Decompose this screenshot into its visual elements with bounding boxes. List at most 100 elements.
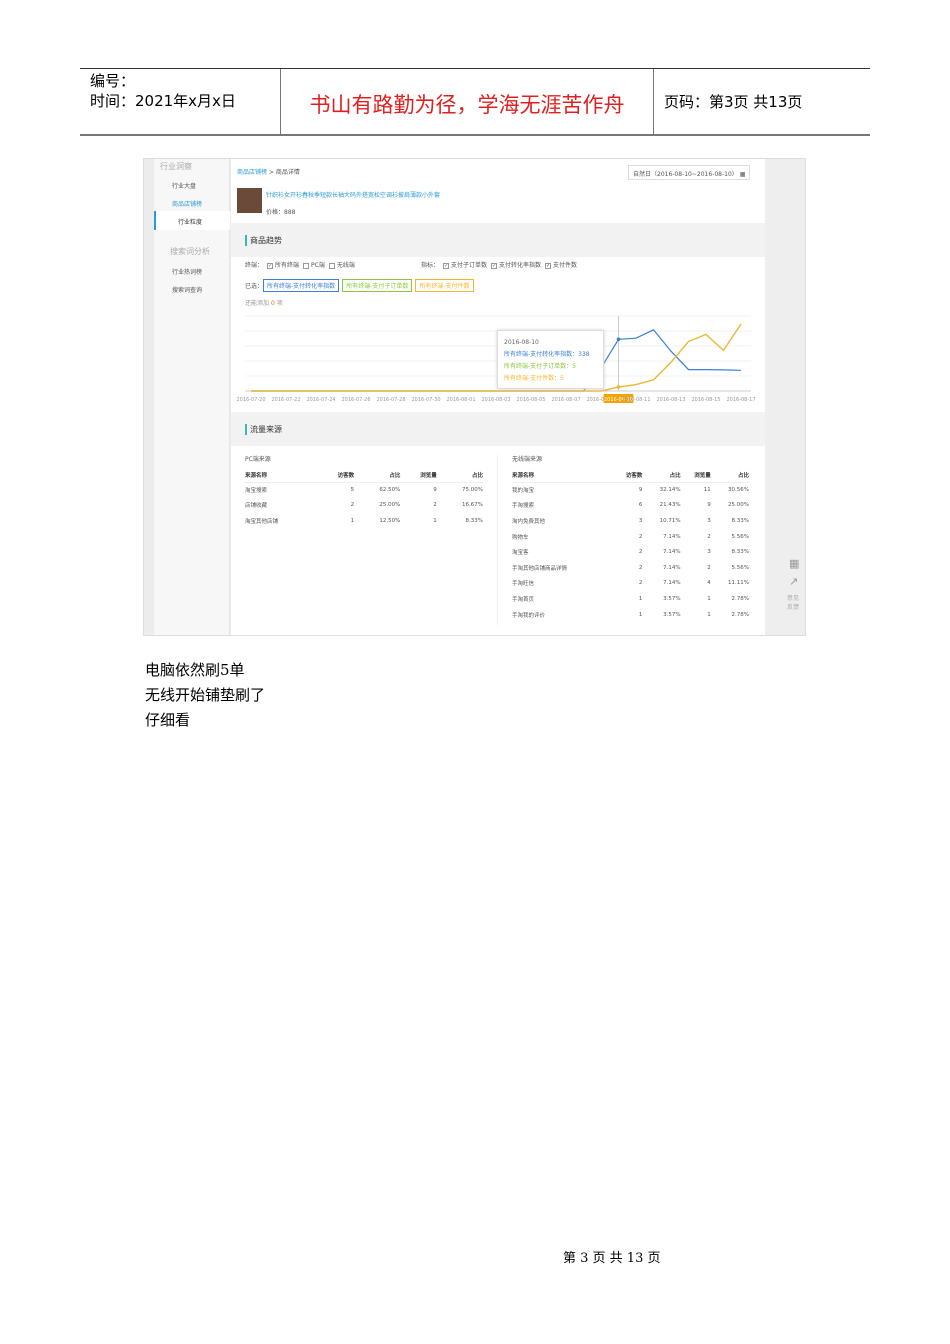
table-row: 店铺收藏 2 25.00% 2 16.67% <box>245 498 483 514</box>
table-row: 淘宝客 2 7.14% 3 8.33% <box>512 544 749 560</box>
add-hint: 还能添加 0 项 <box>245 300 283 307</box>
table-cell: 32.14% <box>659 487 681 494</box>
table-cell: 16.67% <box>462 502 483 509</box>
traffic-section-header: 流量来源 <box>231 412 765 446</box>
breadcrumb-product-rank[interactable]: 商品店铺榜 <box>237 169 267 176</box>
table-cell: 1 <box>350 517 355 524</box>
table-cell: 手淘我的评价 <box>512 612 546 619</box>
table-cell: 手淘其他店铺商品详情 <box>512 565 568 572</box>
series-line <box>251 323 742 392</box>
feedback-button[interactable]: 意见反馈 <box>787 593 801 611</box>
table-cell: 2 <box>433 502 437 509</box>
traffic-title: 流量来源 <box>245 424 282 435</box>
x-tick-label: 2016-07-22 <box>271 397 300 403</box>
number-label: 编号： <box>90 72 136 90</box>
table-cell: 5.56% <box>731 564 749 571</box>
data-point <box>616 337 621 342</box>
selected-metric-tag[interactable]: 所有终端-支付子订单数 <box>342 279 413 292</box>
table-cell: 7.14% <box>663 564 681 571</box>
column-header: 浏览量 <box>400 468 437 483</box>
table-row: 我的淘宝 9 32.14% 11 30.56% <box>512 482 749 498</box>
table-row: 手淘首页 1 3.57% 1 2.78% <box>512 591 749 607</box>
share-icon[interactable]: ↗ <box>789 575 798 588</box>
terminal-filter: 终端： ✓ 所有终端 PC端 无线端 <box>245 262 355 269</box>
table-cell: 店铺收藏 <box>245 503 268 510</box>
qrcode-icon[interactable]: ▦ <box>789 557 799 570</box>
table-cell: 手淘搜索 <box>512 503 535 510</box>
trend-title: 商品趋势 <box>245 235 282 246</box>
table-cell: 我的淘宝 <box>512 488 535 495</box>
table-cell: 30.56% <box>728 487 749 494</box>
trend-section-header: 商品趋势 <box>231 223 765 257</box>
table-cell: 10.71% <box>659 517 681 524</box>
x-tick-label: 2016-08-11 <box>621 397 650 403</box>
table-cell: 25.00% <box>728 502 749 509</box>
series-line <box>251 329 742 392</box>
product-title[interactable]: 针织衫女开衫春秋季短款长袖大码外搭宽松空调衫披肩薄款小外套 <box>266 190 440 199</box>
table-cell: 9 <box>707 502 711 509</box>
x-tick-label: 2016-07-28 <box>376 397 405 403</box>
checkbox-metrics-2[interactable]: ✓ 支付件数 <box>541 262 577 269</box>
table-cell: 3 <box>707 517 711 524</box>
table-row: 手淘我的评价 1 3.57% 1 2.78% <box>512 607 749 623</box>
table-cell: 1 <box>638 611 643 618</box>
body-line: 无线开始铺垫刷了 <box>145 686 266 704</box>
column-header: 访客数 <box>317 468 355 483</box>
checkbox-terminals-0[interactable]: ✓ 所有终端 <box>263 262 299 269</box>
checkbox-metrics-0[interactable]: ✓ 支付子订单数 <box>439 262 487 269</box>
calendar-icon[interactable]: ▦ <box>740 171 746 178</box>
table-row: 手淘旺信 2 7.14% 4 11.11% <box>512 576 749 592</box>
column-header: 占比 <box>354 468 401 483</box>
table-cell: 淘内免费其他 <box>512 518 546 525</box>
body-line: 仔细看 <box>145 711 191 729</box>
selected-metrics: 已选： 所有终端-支付转化率指数 所有终端-支付子订单数 所有终端-支付件数 <box>245 279 477 292</box>
date-range-picker[interactable]: 自然日（2016-08-10~2016-08-10） ▦ <box>628 165 751 180</box>
table-cell: 7.14% <box>663 533 681 540</box>
table-cell: 11.11% <box>728 580 749 587</box>
x-tick-label: 2016-07-20 <box>236 397 265 403</box>
table-cell: 62.50% <box>379 487 401 494</box>
time-label: 时间：2021年x月x日 <box>90 92 236 110</box>
table-cell: 2 <box>707 533 711 540</box>
table-row: 淘宝搜索 5 62.50% 9 75.00% <box>245 482 483 498</box>
selected-metric-tag[interactable]: 所有终端-支付件数 <box>415 279 474 292</box>
table-cell: 淘宝搜索 <box>245 488 268 495</box>
document-header: 编号： 时间：2021年x月x日 书山有路勤为径，学海无涯苦作舟 页码：第3页 共… <box>80 68 870 136</box>
data-point <box>616 385 621 389</box>
table-cell: 6 <box>638 502 643 509</box>
body-text: 电脑依然刷5单 无线开始铺垫刷了 仔细看 <box>145 658 265 733</box>
table-cell: 2 <box>638 549 643 556</box>
table-cell: 75.00% <box>462 487 483 494</box>
selected-metric-tag[interactable]: 所有终端-支付转化率指数 <box>263 279 340 292</box>
chart-tooltip: 2016-08-10 所有终端-支付转化率指数：338 所有终端-支付子订单数：… <box>497 330 604 389</box>
table-cell: 1 <box>707 595 711 602</box>
table-cell: 5.56% <box>731 533 749 540</box>
x-tick-label: 2016-07-30 <box>411 397 440 403</box>
table-cell: 2 <box>638 564 643 571</box>
x-tick-label: 2016-08-17 <box>726 397 755 403</box>
table-row: 淘内免费其他 3 10.71% 3 8.33% <box>512 513 749 529</box>
table-row: 淘宝其他店铺 1 12.50% 1 8.33% <box>245 513 483 529</box>
checkbox-terminals-2[interactable]: 无线端 <box>325 262 355 269</box>
table-cell: 8.33% <box>465 517 483 524</box>
motto: 书山有路勤为径，学海无涯苦作舟 <box>281 69 654 134</box>
sidebar-item-granularity[interactable]: 行业粒度 <box>154 211 230 230</box>
column-header: 占比 <box>642 468 681 483</box>
page-label: 页码：第3页 共13页 <box>664 93 803 111</box>
x-tick-label: 2016-08-01 <box>446 397 475 403</box>
checkbox-metrics-1[interactable]: ✓ 支付转化率指数 <box>487 262 541 269</box>
table-cell: 9 <box>433 487 437 494</box>
column-header: 来源名称 <box>512 468 613 483</box>
table-cell: 25.00% <box>379 502 401 509</box>
table-cell: 7.14% <box>663 580 681 587</box>
table-cell: 8.33% <box>731 549 749 556</box>
table-cell: 淘宝客 <box>512 550 529 557</box>
table-cell: 购物车 <box>512 534 529 541</box>
table-cell: 12.50% <box>379 517 401 524</box>
breadcrumb-detail: 商品详情 <box>275 169 300 176</box>
checkbox-terminals-1[interactable]: PC端 <box>299 262 325 269</box>
table-cell: 21.43% <box>659 502 681 509</box>
sidebar: 行业洞察 行业大盘 商品店铺榜 行业粒度 搜索词分析 行业热词榜 搜索词查询 <box>154 159 230 635</box>
pc-source-title: PC端来源 <box>245 456 271 463</box>
table-cell: 5 <box>350 487 355 494</box>
